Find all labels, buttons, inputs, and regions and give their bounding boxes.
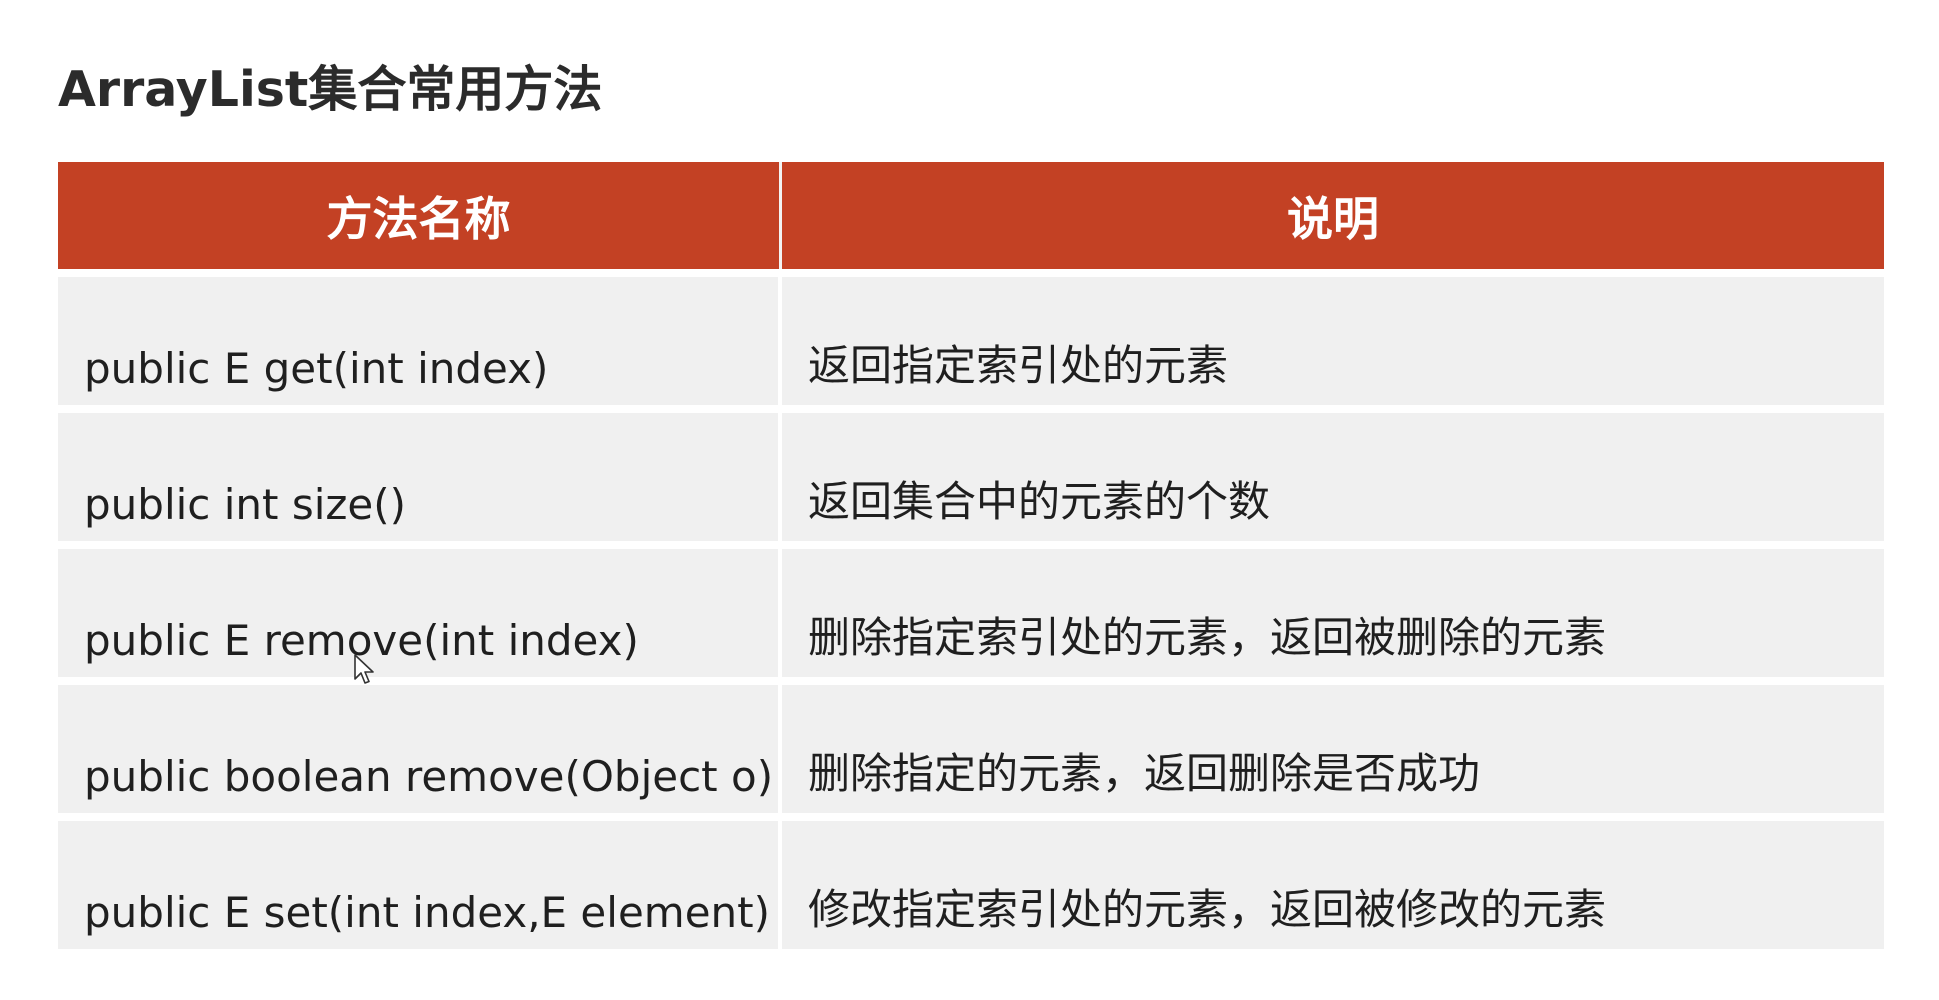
table-row: public int size() 返回集合中的元素的个数 <box>58 413 1884 541</box>
method-name-cell: public E set(int index,E element) <box>58 821 782 949</box>
method-name-cell: public E get(int index) <box>58 277 782 405</box>
table-row: public E get(int index) 返回指定索引处的元素 <box>58 277 1884 405</box>
method-description-cell: 删除指定的元素，返回删除是否成功 <box>782 685 1884 813</box>
table-header: 方法名称 说明 <box>58 162 1884 269</box>
page-title: ArrayList集合常用方法 <box>58 61 603 118</box>
method-name-cell: public int size() <box>58 413 782 541</box>
table-row: public boolean remove(Object o) 删除指定的元素，… <box>58 685 1884 813</box>
methods-table: 方法名称 说明 public E get(int index) 返回指定索引处的… <box>58 162 1884 949</box>
table-row: public E remove(int index) 删除指定索引处的元素，返回… <box>58 549 1884 677</box>
header-method-name: 方法名称 <box>58 162 782 269</box>
method-description-cell: 返回集合中的元素的个数 <box>782 413 1884 541</box>
mouse-pointer-icon <box>354 654 374 684</box>
method-name-cell: public boolean remove(Object o) <box>58 685 782 813</box>
header-description: 说明 <box>1287 191 1379 246</box>
method-description-cell: 删除指定索引处的元素，返回被删除的元素 <box>782 549 1884 677</box>
table-body: public E get(int index) 返回指定索引处的元素 publi… <box>58 277 1884 949</box>
method-name-cell: public E remove(int index) <box>58 549 782 677</box>
table-row: public E set(int index,E element) 修改指定索引… <box>58 821 1884 949</box>
method-description-cell: 返回指定索引处的元素 <box>782 277 1884 405</box>
method-description-cell: 修改指定索引处的元素，返回被修改的元素 <box>782 821 1884 949</box>
